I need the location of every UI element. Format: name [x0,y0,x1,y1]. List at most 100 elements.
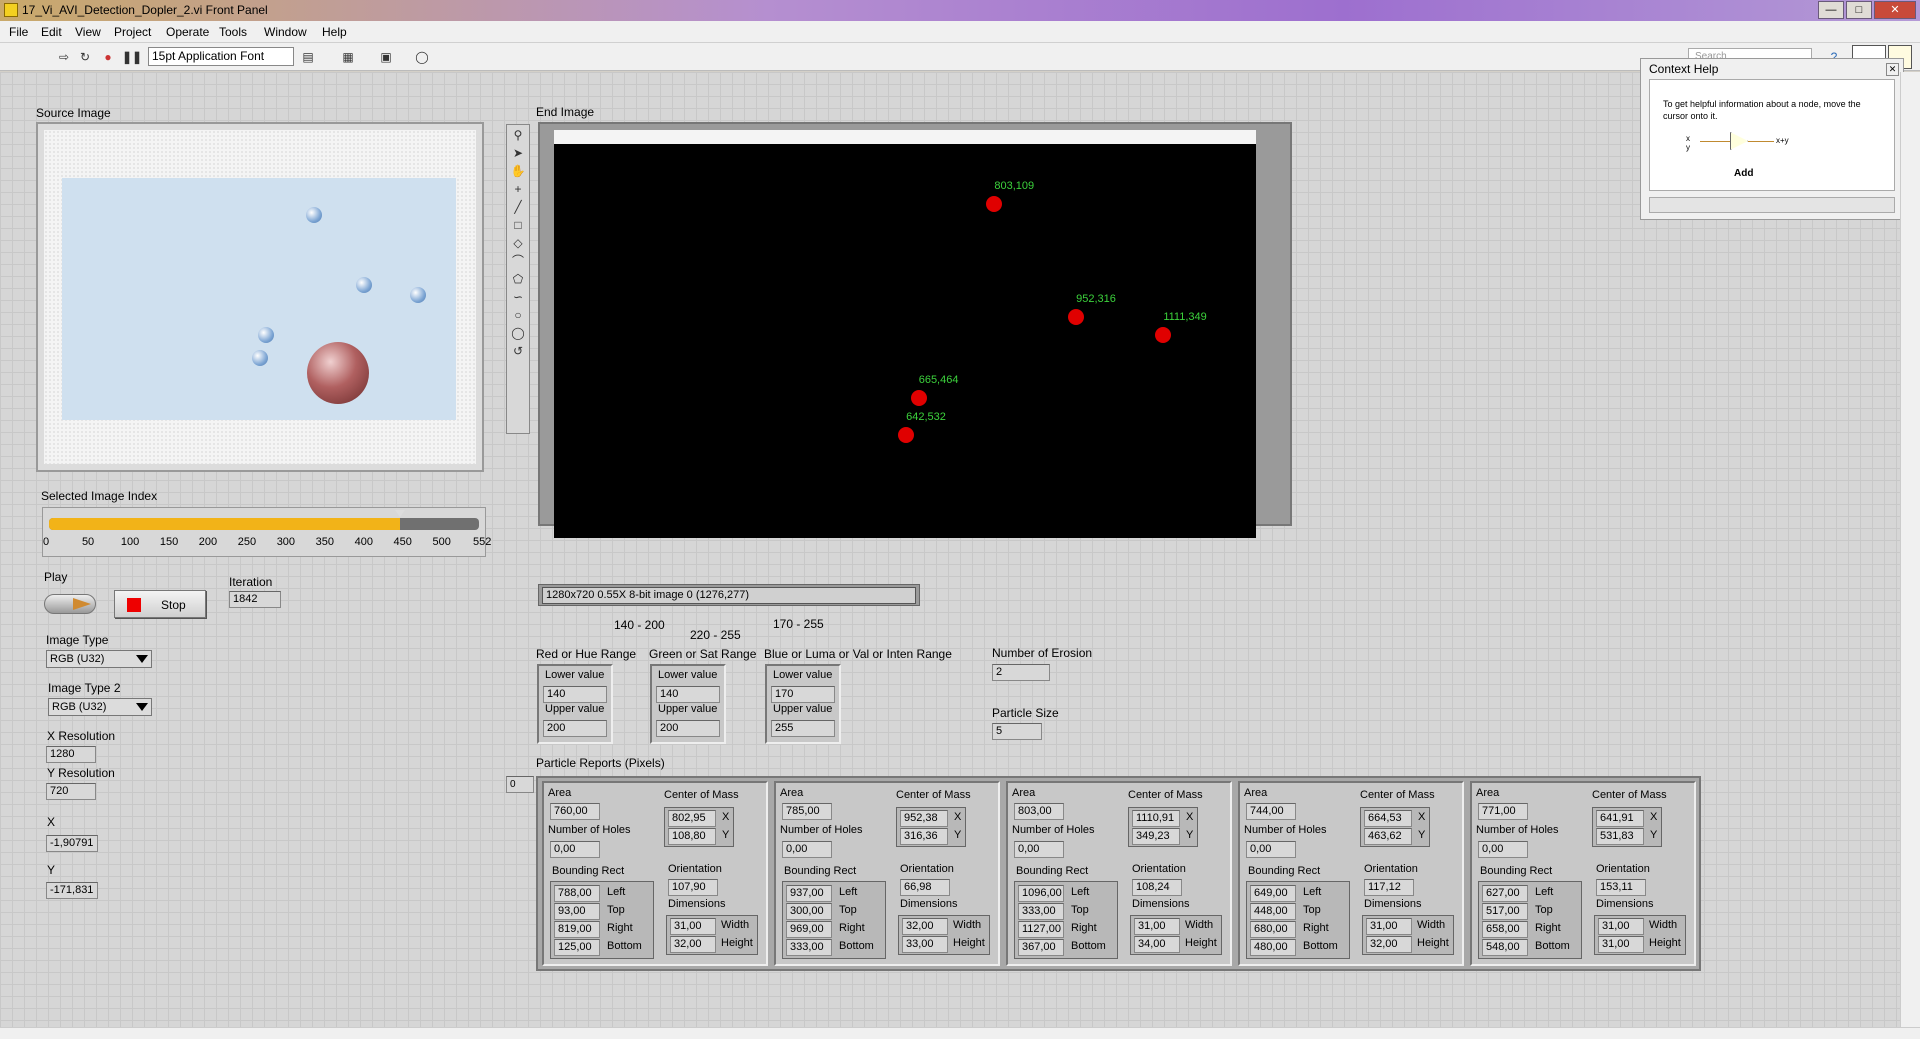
particle-size-input[interactable]: 5 [992,723,1042,740]
particle-coordinate-label: 665,464 [918,373,959,386]
particle-report: Area 785,00 Number of Holes 0,00 Center of M… [774,781,1000,966]
dim-width: 31,00 [1598,918,1644,935]
abort-icon[interactable]: ● [100,49,116,65]
menu-tools[interactable]: Tools [219,25,247,39]
rect-top-label: Top [839,904,857,916]
dim-height: 31,00 [1598,936,1644,953]
rect-bottom-label: Bottom [1071,940,1106,952]
slider-tick-label: 500 [432,536,451,548]
orientation-label: Orientation [1132,863,1186,875]
width-label: Width [1649,919,1678,931]
menu-project[interactable]: Project [114,25,151,39]
pan-icon[interactable]: ✋ [510,163,526,179]
broken-line-icon[interactable]: ↺ [510,343,526,359]
dim-width: 31,00 [670,918,716,935]
rect-bottom-label: Bottom [1535,940,1570,952]
close-button[interactable]: ✕ [1874,1,1916,19]
menu-operate[interactable]: Operate [166,25,209,39]
center-x: 802,95 [668,810,716,827]
align-objects-icon[interactable]: ▤ [300,49,316,65]
line-icon[interactable]: ╱ [510,199,526,215]
run-continuously-icon[interactable]: ↻ [77,49,93,65]
blue-lower-input[interactable]: 170 [771,686,835,703]
vertical-scrollbar[interactable] [1900,72,1920,1027]
slider-thumb[interactable] [395,510,406,517]
particle-coordinate-label: 952,316 [1076,292,1116,305]
rect-top: 93,00 [554,903,600,920]
close-icon[interactable]: ✕ [1886,63,1899,76]
node-name: Add [1734,168,1754,179]
blue-upper-input[interactable]: 255 [771,720,835,737]
run-icon[interactable]: ⇨ [56,49,72,65]
annulus-icon[interactable]: ⌒ [510,253,526,269]
particle-report: Area 803,00 Number of Holes 0,00 Center of M… [1006,781,1232,966]
menu-window[interactable]: Window [264,25,307,39]
minimize-button[interactable]: — [1818,1,1844,19]
maximize-button[interactable]: □ [1846,1,1872,19]
image-index-slider[interactable]: 0 50 100 150 200 250 300 350 400 450 500 552 [42,507,491,557]
rect-left: 788,00 [554,885,600,902]
area-value: 785,00 [782,803,832,820]
array-index-input[interactable]: 0 [506,776,534,793]
polygon-icon[interactable]: ⬠ [510,271,526,287]
green-upper-input[interactable]: 200 [656,720,720,737]
image-info-bar: 1280x720 0.55X 8-bit image 0 (1276,277) [538,584,920,606]
labview-icon [4,3,18,17]
x-resolution-label: X Resolution [47,729,116,743]
red-upper-input[interactable]: 200 [543,720,607,737]
rectangle-icon[interactable]: □ [510,217,526,233]
y-resolution-label: Y Resolution [47,766,115,780]
red-lower-input[interactable]: 140 [543,686,607,703]
end-image-display[interactable]: 803,109 952,316 1111,349 665,464 642,532 [538,122,1292,538]
x-label: X [47,815,56,829]
area-value: 744,00 [1246,803,1296,820]
menu-file[interactable]: File [9,25,28,39]
dimensions-label: Dimensions [668,898,726,910]
font-selector[interactable]: 15pt Application Font [148,47,294,66]
rect-left-label: Left [607,886,626,898]
oval-icon[interactable]: ◯ [510,325,526,341]
freehand-icon[interactable]: ∽ [510,289,526,305]
distribute-objects-icon[interactable]: ▦ [340,49,356,65]
pause-icon[interactable]: ❚❚ [122,49,142,65]
stop-button[interactable]: Stop [114,590,206,618]
context-help-footer [1649,197,1895,213]
pointer-icon[interactable]: ➤ [510,145,526,161]
play-toggle[interactable] [44,594,96,614]
detected-particle [1068,308,1085,325]
image-type2-select[interactable]: RGB (U32) [48,698,152,716]
zoom-icon[interactable]: ⚲ [510,127,526,143]
holes-label: Number of Holes [548,824,631,836]
dimensions-cluster: 32,00 Width 33,00 Height [898,915,990,955]
image-tools-palette: ⚲ ➤ ✋ + ╱ □ ◇ ⌒ ⬠ ∽ ○ ◯ ↺ [506,124,530,434]
rotated-rect-icon[interactable]: ◇ [510,235,526,251]
rect-left: 627,00 [1482,885,1528,902]
menu-help[interactable]: Help [322,25,347,39]
menu-view[interactable]: View [75,25,101,39]
reorder-icon[interactable]: ◯ [414,49,430,65]
bounding-rect-cluster: 649,00 Left 448,00 Top 680,00 Right 480,00 Bott… [1246,881,1350,959]
source-image-label: Source Image [36,106,111,120]
green-lower-input[interactable]: 140 [656,686,720,703]
rect-top-label: Top [1071,904,1089,916]
red-ball [307,342,369,404]
particle-reports-label: Particle Reports (Pixels) [536,756,665,770]
source-image-display[interactable] [36,122,484,472]
horizontal-scrollbar[interactable] [0,1027,1920,1039]
slider-tick-label: 300 [276,536,296,548]
resize-objects-icon[interactable]: ▣ [378,49,394,65]
center-y: 531,83 [1596,828,1644,845]
context-help-title: Context Help [1649,62,1719,76]
lower-label: Lower value [545,669,605,681]
point-icon[interactable]: + [510,181,526,197]
upper-label: Upper value [545,703,605,715]
bounding-rect-label: Bounding Rect [552,865,625,877]
center-of-mass-cluster: 664,53 X 463,62 Y [1360,807,1430,847]
height-label: Height [1417,937,1449,949]
menu-edit[interactable]: Edit [41,25,62,39]
x-axis-label: X [1418,811,1426,823]
image-type-select[interactable]: RGB (U32) [46,650,152,668]
freehand-region-icon[interactable]: ○ [510,307,526,323]
erosion-input[interactable]: 2 [992,664,1050,681]
bounding-rect-label: Bounding Rect [1016,865,1089,877]
